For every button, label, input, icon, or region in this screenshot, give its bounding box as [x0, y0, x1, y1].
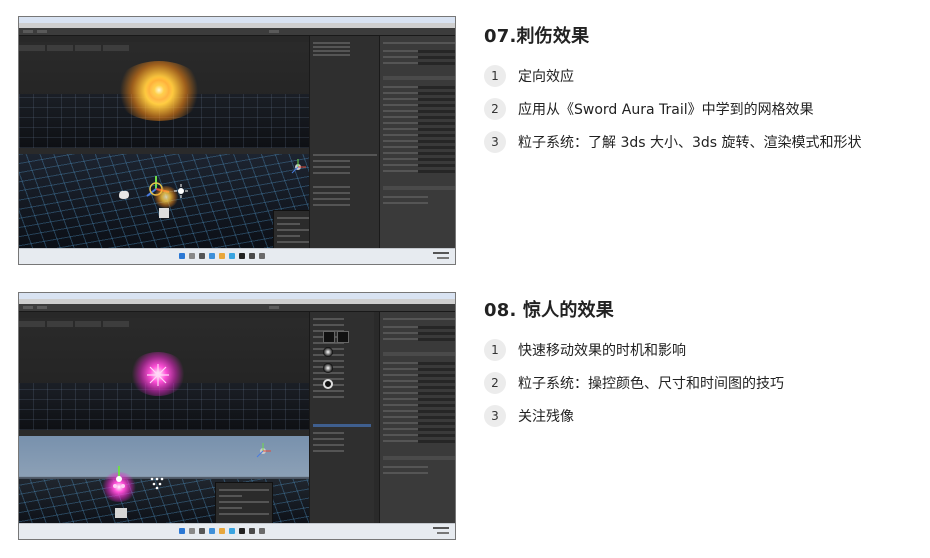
item-text: 定向效应 [518, 69, 574, 85]
start-icon [179, 253, 185, 259]
item-number-badge: 2 [484, 372, 506, 394]
clock-time [433, 527, 449, 529]
light-icon [174, 184, 188, 198]
windows-taskbar [19, 523, 455, 539]
folder-icon [219, 528, 225, 534]
start-icon [179, 528, 185, 534]
unity-editor-screenshot-1 [18, 16, 456, 265]
browser-icon [229, 528, 235, 534]
app-icon [259, 253, 265, 259]
list-item: 2 粒子系统：操控颜色、尺寸和时间图的技巧 [484, 372, 784, 394]
scene-view-top [19, 36, 309, 148]
hand-icon [119, 190, 129, 199]
unity-icon [239, 253, 245, 259]
clock-time [433, 252, 449, 254]
transform-gizmo-icon [113, 466, 125, 488]
cube-icon [115, 508, 127, 518]
inspector-panel [379, 312, 455, 526]
folder-icon [219, 253, 225, 259]
search-icon [189, 253, 195, 259]
item-text: 快速移动效果的时机和影响 [518, 343, 686, 359]
layout-icon [269, 30, 279, 33]
item-text: 粒子系统：了解 3ds 大小、3ds 旋转、渲染模式和形状 [518, 135, 862, 151]
scene-gizmo-icon [256, 443, 271, 458]
list-item: 3 粒子系统：了解 3ds 大小、3ds 旋转、渲染模式和形状 [484, 131, 862, 153]
item-number-badge: 1 [484, 339, 506, 361]
item-number-badge: 1 [484, 65, 506, 87]
particle-effect-panel [215, 482, 273, 524]
scene-view-bottom [19, 154, 309, 250]
unity-icon [239, 528, 245, 534]
item-text: 粒子系统：操控颜色、尺寸和时间图的技巧 [518, 376, 784, 392]
inspector-panel [379, 36, 455, 250]
scene-view-top [19, 312, 309, 430]
play-button-icon [23, 306, 33, 309]
item-text: 应用从《Sword Aura Trail》中学到的网格效果 [518, 102, 814, 118]
browser-icon [229, 253, 235, 259]
editor-toolbar [19, 304, 455, 312]
app-icon [209, 253, 215, 259]
list-item: 3 关注残像 [484, 405, 574, 427]
item-number-badge: 2 [484, 98, 506, 120]
item-text: 关注残像 [518, 409, 574, 425]
hierarchy-panel [309, 36, 380, 250]
list-item: 1 定向效应 [484, 65, 574, 87]
scene-gizmo-icon [291, 159, 306, 174]
play-button-icon [23, 30, 33, 33]
list-item: 2 应用从《Sword Aura Trail》中学到的网格效果 [484, 98, 814, 120]
app-icon [259, 528, 265, 534]
app-icon [249, 528, 255, 534]
tool-icon [37, 306, 47, 309]
layout-icon [269, 306, 279, 309]
unity-editor-screenshot-2 [18, 292, 456, 540]
game-view [19, 436, 309, 526]
list-item: 1 快速移动效果的时机和影响 [484, 339, 686, 361]
search-icon [189, 528, 195, 534]
section-title-07: 07.刺伤效果 [484, 26, 590, 47]
taskview-icon [199, 253, 205, 259]
app-icon [209, 528, 215, 534]
section-title-08: 08. 惊人的效果 [484, 300, 614, 321]
item-number-badge: 3 [484, 131, 506, 153]
particle-dots-icon [150, 477, 164, 490]
item-number-badge: 3 [484, 405, 506, 427]
cube-icon [159, 208, 169, 218]
tool-icon [37, 30, 47, 33]
app-icon [249, 253, 255, 259]
editor-toolbar [19, 28, 455, 36]
star-burst-icon [147, 364, 169, 386]
windows-taskbar [19, 248, 455, 264]
clock-date [437, 257, 449, 259]
asset-preview-grid [319, 331, 353, 401]
taskview-icon [199, 528, 205, 534]
clock-date [437, 532, 449, 534]
particle-effect-panel [273, 210, 309, 250]
